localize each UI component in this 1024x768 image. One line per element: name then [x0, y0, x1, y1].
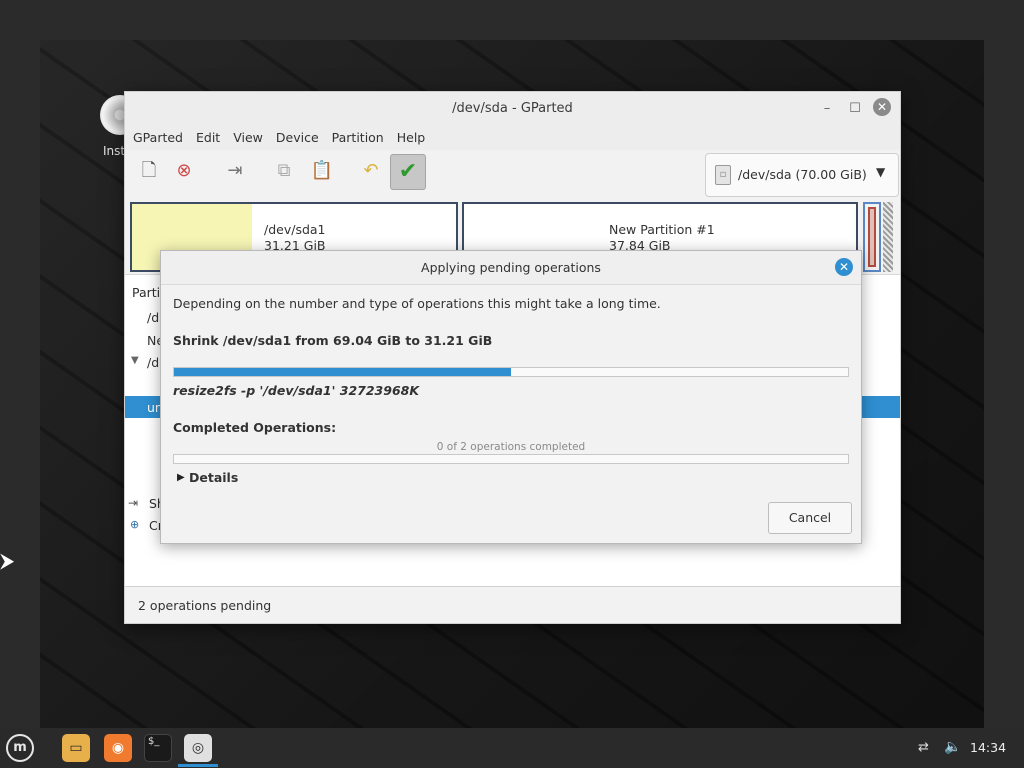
- dialog-title: Applying pending operations: [421, 260, 601, 275]
- new-partition-icon[interactable]: 🗋: [134, 156, 164, 186]
- files-folder-icon[interactable]: ▭: [62, 734, 90, 762]
- volume-icon[interactable]: 🔈: [944, 739, 961, 755]
- firefox-icon[interactable]: ◉: [104, 734, 132, 762]
- operation-progress-fill: [174, 368, 511, 376]
- active-window-indicator: [178, 764, 218, 767]
- maximize-button[interactable]: ☐: [845, 99, 865, 119]
- terminal-icon[interactable]: $_: [144, 734, 172, 762]
- menu-device[interactable]: Device: [276, 126, 328, 150]
- status-bar: 2 operations pending: [125, 586, 900, 623]
- gparted-task-icon[interactable]: ◎: [184, 734, 212, 762]
- clock[interactable]: 14:34: [970, 740, 1006, 755]
- partition-name: New Partition #1: [609, 222, 715, 237]
- network-icon[interactable]: ⇄: [918, 740, 929, 755]
- dropdown-arrow-icon: ▼: [876, 165, 886, 179]
- partition-column-header[interactable]: Parti: [132, 285, 160, 300]
- partition-block-small[interactable]: [863, 202, 881, 272]
- undo-icon[interactable]: ↶: [356, 156, 386, 186]
- minimize-button[interactable]: –: [817, 99, 837, 119]
- operation-progress-bar: [173, 367, 849, 377]
- resize-move-icon[interactable]: ⇥: [220, 156, 250, 186]
- completed-operations-text: 0 of 2 operations completed: [436, 441, 586, 453]
- status-text: 2 operations pending: [138, 598, 272, 613]
- completed-progress-bar: [173, 454, 849, 464]
- menu-view[interactable]: View: [233, 126, 272, 150]
- completed-operations-label: Completed Operations:: [173, 420, 337, 435]
- disk-icon: ▫: [715, 165, 731, 185]
- list-item[interactable]: /d: [147, 355, 159, 370]
- apply-operations-icon[interactable]: ✔: [390, 154, 426, 190]
- device-selector[interactable]: ▫ /dev/sda (70.00 GiB) ▼: [705, 153, 899, 197]
- delete-partition-icon[interactable]: ⊗: [169, 156, 199, 186]
- unallocated-block[interactable]: [883, 202, 893, 272]
- window-titlebar[interactable]: /dev/sda - GParted – ☐ ✕: [125, 92, 900, 126]
- expander-arrow-icon[interactable]: ▶: [177, 472, 185, 483]
- current-operation-label: Shrink /dev/sda1 from 69.04 GiB to 31.21…: [173, 333, 493, 348]
- expand-arrow-icon[interactable]: ▼: [131, 355, 139, 366]
- current-command: resize2fs -p '/dev/sda1' 32723968K: [173, 383, 420, 398]
- partition-name: /dev/sda1: [264, 222, 326, 237]
- dialog-description: Depending on the number and type of oper…: [173, 296, 661, 311]
- mouse-cursor-icon: ⮞: [0, 548, 15, 572]
- cancel-button[interactable]: Cancel: [768, 502, 852, 534]
- copy-icon[interactable]: ⧉: [269, 156, 299, 186]
- menu-partition[interactable]: Partition: [332, 126, 393, 150]
- details-expander[interactable]: Details: [189, 470, 238, 485]
- partition-fill: [868, 207, 876, 267]
- dialog-close-button[interactable]: ✕: [835, 258, 853, 276]
- shrink-op-icon: ⇥: [128, 496, 139, 510]
- paste-icon[interactable]: 📋: [307, 156, 337, 186]
- apply-operations-dialog: Applying pending operations ✕ Depending …: [160, 250, 862, 544]
- menu-edit[interactable]: Edit: [196, 126, 229, 150]
- list-item[interactable]: /d: [147, 310, 159, 325]
- menu-help[interactable]: Help: [397, 126, 435, 150]
- close-window-button[interactable]: ✕: [873, 98, 891, 116]
- desktop-icon-label[interactable]: Inst: [103, 144, 125, 158]
- start-menu-icon[interactable]: m: [6, 734, 34, 762]
- create-op-icon: ⊕: [130, 518, 140, 531]
- window-title: /dev/sda - GParted: [452, 101, 573, 116]
- device-selector-label: /dev/sda (70.00 GiB): [738, 167, 867, 182]
- menu-bar: GParted Edit View Device Partition Help: [125, 126, 900, 150]
- taskbar: m ▭ ◉ $_ ◎ ⇄ 🔈 14:34: [0, 728, 1024, 768]
- dialog-titlebar[interactable]: Applying pending operations ✕: [161, 251, 861, 285]
- menu-gparted[interactable]: GParted: [133, 126, 192, 150]
